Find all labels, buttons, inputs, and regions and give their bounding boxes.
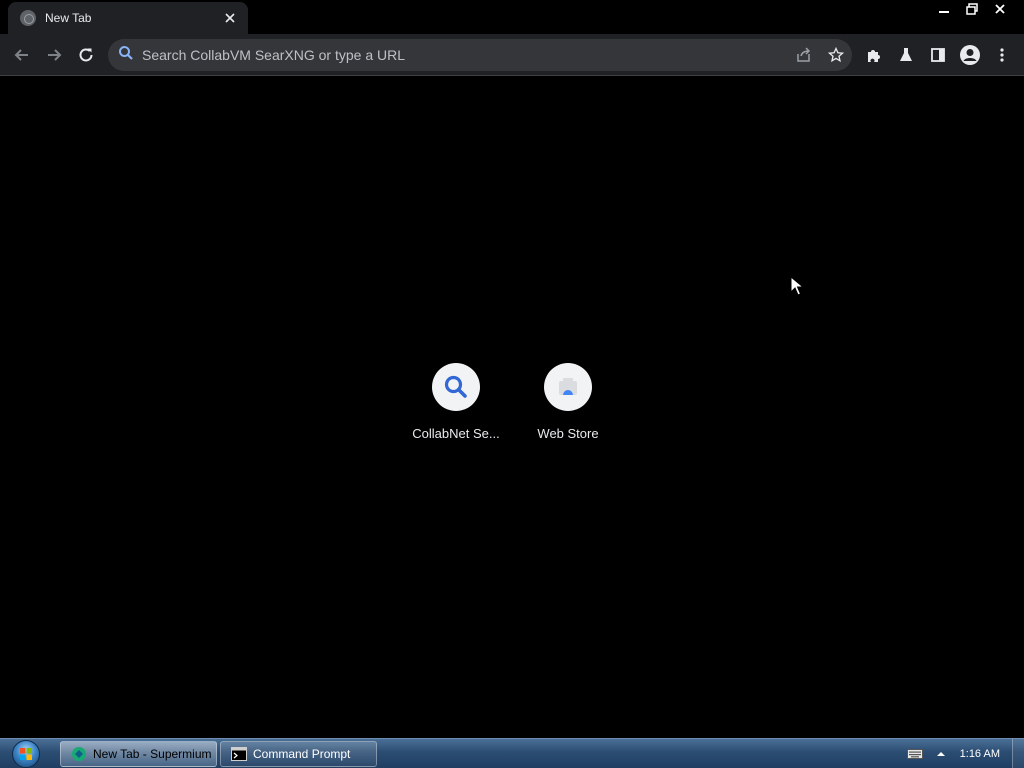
windows-orb-icon bbox=[12, 740, 40, 768]
arrow-right-icon bbox=[48, 49, 62, 61]
minimize-button[interactable] bbox=[930, 0, 958, 18]
magnifier-icon bbox=[444, 375, 467, 398]
side-panel-button[interactable] bbox=[922, 39, 954, 71]
shortcut-collabnet-search[interactable]: CollabNet Se... bbox=[400, 363, 512, 441]
shortcut-tile bbox=[432, 363, 480, 411]
cmd-icon bbox=[231, 747, 247, 761]
window-controls bbox=[930, 0, 1014, 20]
back-button[interactable] bbox=[6, 39, 38, 71]
webstore-icon bbox=[559, 378, 577, 395]
taskbar-button-label: New Tab - Supermium bbox=[93, 747, 212, 761]
taskbar-button-label: Command Prompt bbox=[253, 747, 351, 761]
labs-button[interactable] bbox=[890, 39, 922, 71]
show-desktop-button[interactable] bbox=[1012, 739, 1024, 768]
star-icon bbox=[828, 47, 844, 63]
omnibox[interactable] bbox=[108, 39, 852, 71]
extensions-button[interactable] bbox=[858, 39, 890, 71]
profile-button[interactable] bbox=[954, 39, 986, 71]
show-hidden-icons-icon bbox=[936, 752, 945, 756]
shortcut-title: CollabNet Se... bbox=[412, 426, 500, 441]
globe-icon bbox=[20, 10, 36, 26]
keyboard-button[interactable] bbox=[902, 739, 928, 768]
show-hidden-icons-button[interactable] bbox=[928, 739, 954, 768]
tab-title: New Tab bbox=[45, 11, 92, 25]
taskbar-button-command-prompt[interactable]: Command Prompt bbox=[220, 741, 377, 767]
keyboard-icon bbox=[906, 749, 923, 759]
omnibox-input[interactable] bbox=[142, 47, 788, 63]
shortcut-web-store[interactable]: Web Store bbox=[512, 363, 624, 441]
puzzle-icon bbox=[868, 50, 880, 62]
minimize-icon bbox=[939, 11, 949, 13]
three-dots-icon bbox=[1000, 48, 1004, 62]
side-panel-icon bbox=[931, 48, 945, 62]
shortcut-tile bbox=[544, 363, 592, 411]
taskbar-button-supermium[interactable]: New Tab - Supermium bbox=[60, 741, 217, 767]
close-icon bbox=[995, 4, 1005, 14]
avatar-icon bbox=[960, 45, 980, 65]
toolbar-actions bbox=[858, 39, 1018, 71]
restore-icon bbox=[966, 3, 978, 15]
forward-button[interactable] bbox=[38, 39, 70, 71]
supermium-icon bbox=[72, 747, 86, 761]
start-button[interactable] bbox=[6, 739, 46, 768]
shortcuts-grid: CollabNet Se... Web Store bbox=[400, 363, 624, 441]
arrow-left-icon bbox=[14, 49, 28, 61]
tab-new-tab[interactable]: New Tab bbox=[8, 2, 248, 34]
close-window-button[interactable] bbox=[986, 0, 1014, 18]
share-icon bbox=[797, 47, 811, 62]
mouse-cursor-icon bbox=[790, 276, 804, 296]
tab-strip: New Tab bbox=[0, 0, 1024, 34]
reload-button[interactable] bbox=[70, 39, 102, 71]
taskbar: New Tab - Supermium Command Prompt 1:16 … bbox=[0, 738, 1024, 768]
flask-icon bbox=[900, 48, 912, 61]
shortcut-title: Web Store bbox=[537, 426, 599, 441]
clock[interactable]: 1:16 AM bbox=[954, 748, 1012, 760]
system-tray: 1:16 AM bbox=[902, 739, 1024, 768]
menu-button[interactable] bbox=[986, 39, 1018, 71]
close-tab-button[interactable] bbox=[222, 10, 238, 26]
restore-button[interactable] bbox=[958, 0, 986, 18]
browser-toolbar bbox=[0, 34, 1024, 76]
search-icon bbox=[118, 45, 134, 66]
share-button[interactable] bbox=[788, 39, 820, 71]
new-tab-page: CollabNet Se... Web Store bbox=[0, 77, 1024, 738]
reload-icon bbox=[79, 48, 93, 62]
bookmark-button[interactable] bbox=[820, 39, 852, 71]
close-icon bbox=[225, 13, 235, 23]
